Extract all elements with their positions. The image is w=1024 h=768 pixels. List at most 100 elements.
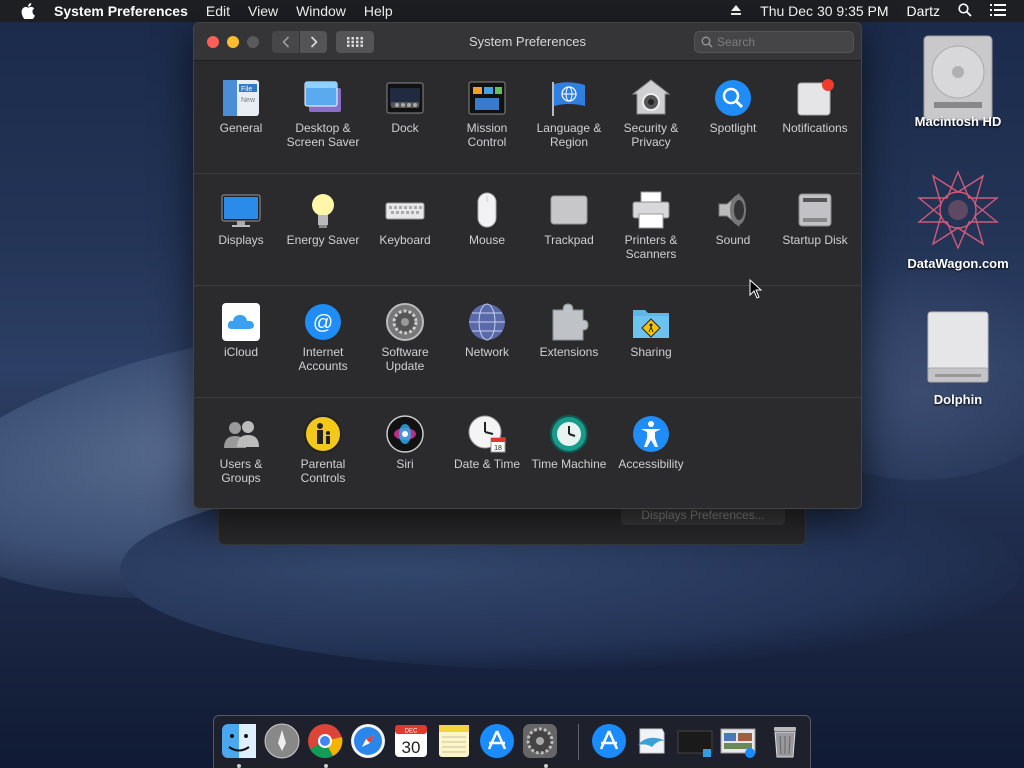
desktop-icon-label: Dolphin [933,392,983,407]
pane-section-internet: iCloud @ Internet Accounts Software Upda… [194,286,861,398]
pane-displays[interactable]: Displays [200,178,282,278]
desktop-screen-saver-icon [303,78,343,118]
startup-disk-icon [795,190,835,230]
safari-icon[interactable] [349,722,387,760]
notifications-icon [795,78,835,118]
finder-icon[interactable] [220,722,258,760]
spotlight-search-icon[interactable] [958,2,972,20]
mouse-icon [467,190,507,230]
pane-users-groups[interactable]: Users & Groups [200,402,282,502]
pane-label: Spotlight [709,121,757,135]
notes-icon[interactable] [435,722,473,760]
search-field[interactable] [694,31,854,53]
sharing-folder-icon [631,302,671,342]
pane-date-time[interactable]: 18 Date & Time [446,402,528,502]
general-icon: File New [221,78,261,118]
pane-section-system: Users & Groups Parental Controls Siri 18… [194,398,861,508]
pane-desktop-screen-saver[interactable]: Desktop & Screen Saver [282,66,364,166]
menu-window[interactable]: Window [296,3,346,19]
dolphin-icon[interactable] [633,722,671,760]
title-bar: System Preferences [194,23,861,61]
energy-saver-icon [303,190,343,230]
pane-notifications[interactable]: Notifications [774,66,856,166]
search-input[interactable] [717,35,837,49]
svg-text:18: 18 [494,445,502,452]
apple-menu-icon[interactable] [18,0,38,22]
system-preferences-window: System Preferences File New General Deskt… [193,22,862,509]
menu-app-name[interactable]: System Preferences [54,3,188,19]
pane-security-privacy[interactable]: Security & Privacy [610,66,692,166]
menu-edit[interactable]: Edit [206,3,230,19]
pane-label: Security & Privacy [623,121,679,149]
app-store-icon[interactable] [478,722,516,760]
applications-folder-icon[interactable] [590,722,628,760]
security-privacy-icon [631,78,671,118]
pane-label: iCloud [223,345,259,359]
pane-startup-disk[interactable]: Startup Disk [774,178,856,278]
pane-section-personal: File New General Desktop & Screen Saver D… [194,62,861,174]
pane-label: Keyboard [379,233,431,247]
pane-keyboard[interactable]: Keyboard [364,178,446,278]
pane-dock[interactable]: Dock [364,66,446,166]
notification-center-icon[interactable] [990,3,1006,19]
preview-icon[interactable] [719,722,757,760]
pane-general[interactable]: File New General [200,66,282,166]
pane-icloud[interactable]: iCloud [200,290,282,390]
menubar-user[interactable]: Dartz [907,3,940,19]
desktop-icon-datawagon[interactable]: DataWagon.com [898,168,1018,271]
pane-software-update[interactable]: Software Update [364,290,446,390]
pane-mission-control[interactable]: Mission Control [446,66,528,166]
icloud-icon [221,302,261,342]
pane-mouse[interactable]: Mouse [446,178,528,278]
chrome-icon[interactable] [306,722,344,760]
eject-icon[interactable] [730,3,742,19]
trash-icon[interactable] [766,722,804,760]
pane-printers-scanners[interactable]: Printers & Scanners [610,178,692,278]
pane-label: Mission Control [466,121,508,149]
pane-label: Users & Groups [219,457,263,485]
desktop-icon-macintosh-hd[interactable]: Macintosh HD [898,32,1018,129]
menu-bar: System Preferences Edit View Window Help… [0,0,1024,22]
pane-siri[interactable]: Siri [364,402,446,502]
pane-network[interactable]: Network [446,290,528,390]
pane-extensions[interactable]: Extensions [528,290,610,390]
siri-icon [385,414,425,454]
pane-label: Language & Region [536,121,602,149]
pane-label: Time Machine [531,457,607,471]
date-time-clock-icon: 18 [467,414,507,454]
users-groups-icon [221,414,261,454]
desktop-icon-label: DataWagon.com [907,256,1009,271]
pane-label: Internet Accounts [298,345,348,373]
pane-sound[interactable]: Sound [692,178,774,278]
svg-text:File: File [241,86,252,93]
pane-time-machine[interactable]: Time Machine [528,402,610,502]
menu-help[interactable]: Help [364,3,393,19]
launchpad-icon[interactable] [263,722,301,760]
pane-energy-saver[interactable]: Energy Saver [282,178,364,278]
system-preferences-icon[interactable] [521,722,559,760]
pane-label: Displays [218,233,264,247]
pane-label: Notifications [782,121,848,135]
pane-label: Mouse [468,233,506,247]
desktop-icon-dolphin[interactable]: Dolphin [898,308,1018,407]
extensions-puzzle-icon [549,302,589,342]
svg-text:@: @ [313,312,333,334]
calendar-icon[interactable]: DEC 30 [392,722,430,760]
pane-sharing[interactable]: Sharing [610,290,692,390]
pane-label: Software Update [381,345,429,373]
search-icon [701,36,713,48]
pane-label: Printers & Scanners [624,233,678,261]
desktop-icon-label: Macintosh HD [914,114,1002,129]
pane-internet-accounts[interactable]: @ Internet Accounts [282,290,364,390]
pane-accessibility[interactable]: Accessibility [610,402,692,502]
menubar-clock[interactable]: Thu Dec 30 9:35 PM [760,3,888,19]
pane-parental-controls[interactable]: Parental Controls [282,402,364,502]
pane-language-region[interactable]: Language & Region [528,66,610,166]
pane-label: Startup Disk [782,233,848,247]
pane-trackpad[interactable]: Trackpad [528,178,610,278]
screenshot-icon[interactable] [676,722,714,760]
menu-view[interactable]: View [248,3,278,19]
pane-label: Desktop & Screen Saver [286,121,360,149]
pane-spotlight[interactable]: Spotlight [692,66,774,166]
pane-label: Accessibility [618,457,684,471]
